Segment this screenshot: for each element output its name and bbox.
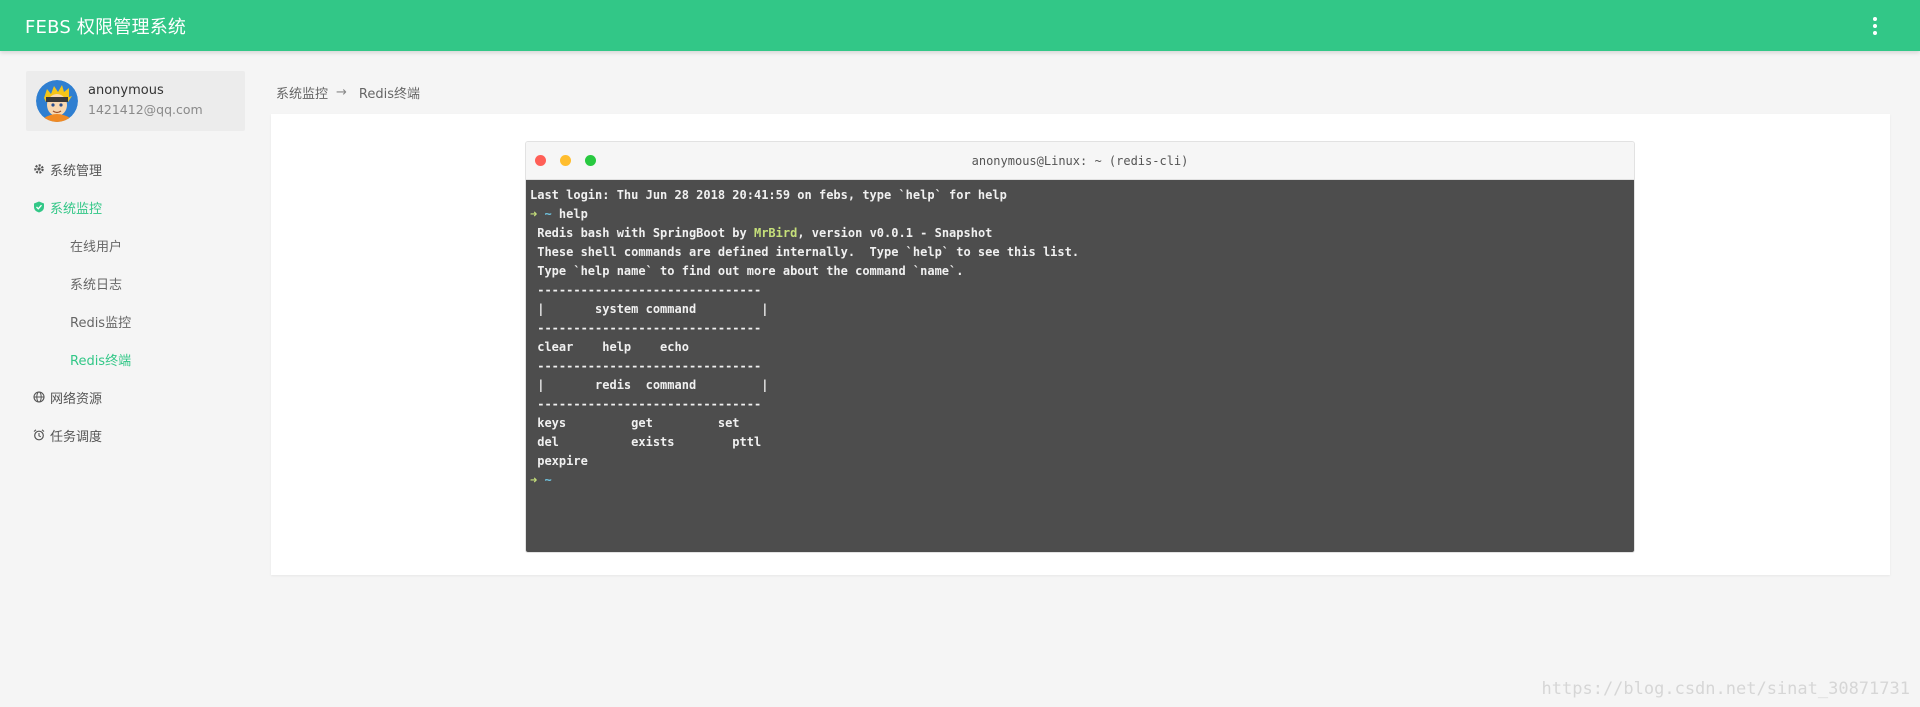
shield-icon xyxy=(33,201,45,213)
terminal-line-intro: Redis bash with SpringBoot by MrBird, ve… xyxy=(530,224,1630,243)
terminal-divider: ------------------------------- xyxy=(530,359,762,373)
sidebar-nav: 系统管理 系统监控 在线用户 系统日志 Redis监控 Redis终端 网络资源… xyxy=(26,150,245,454)
breadcrumb: 系统监控 → Redis终端 xyxy=(276,83,420,102)
intro-suffix: , version v0.0.1 - Snapshot xyxy=(797,226,993,240)
alarm-clock-icon xyxy=(33,429,45,441)
terminal-divider: ------------------------------- xyxy=(530,283,762,297)
top-bar: FEBS 权限管理系统 xyxy=(0,0,1920,51)
gear-icon xyxy=(33,163,45,175)
terminal-divider: ------------------------------- xyxy=(530,397,762,411)
prompt-arrow: ➜ xyxy=(530,473,538,487)
terminal-system-header: | system command | xyxy=(530,302,769,316)
terminal-title: anonymous@Linux: ~ (redis-cli) xyxy=(971,153,1189,168)
more-vertical-icon[interactable] xyxy=(1870,14,1880,38)
terminal-divider: ------------------------------- xyxy=(530,321,762,335)
terminal-output[interactable]: Last login: Thu Jun 28 2018 20:41:59 on … xyxy=(526,180,1634,552)
sidebar-item-redis-monitor[interactable]: Redis监控 xyxy=(26,302,245,340)
intro-author: MrBird xyxy=(753,226,798,240)
terminal-redis-commands-3: pexpire xyxy=(530,454,588,468)
sidebar-item-label: 网络资源 xyxy=(50,391,103,407)
terminal-line-command: ➜ ~ help xyxy=(530,205,1630,224)
sidebar-item-label: 系统管理 xyxy=(50,163,103,179)
user-name: anonymous xyxy=(88,83,164,98)
terminal-redis-commands-1: keys get set xyxy=(530,416,740,430)
close-dot-icon[interactable] xyxy=(535,155,546,166)
breadcrumb-current: Redis终端 xyxy=(358,87,421,102)
prompt-arrow: ➜ xyxy=(530,207,538,221)
sidebar-item-system-management[interactable]: 系统管理 xyxy=(26,150,245,188)
sidebar-item-label: 系统监控 xyxy=(50,201,103,217)
avatar xyxy=(36,80,78,122)
terminal-redis-header: | redis command | xyxy=(530,378,769,392)
user-card[interactable]: anonymous 1421412@qq.com xyxy=(26,71,245,131)
sidebar-item-task-schedule[interactable]: 任务调度 xyxy=(26,416,245,454)
terminal-line-defined: These shell commands are defined interna… xyxy=(530,245,1080,259)
breadcrumb-parent[interactable]: 系统监控 xyxy=(276,83,328,102)
intro-prefix: Redis bash with SpringBoot by xyxy=(530,226,754,240)
watermark: https://blog.csdn.net/sinat_30871731 xyxy=(1541,679,1910,699)
sidebar-item-network-resources[interactable]: 网络资源 xyxy=(26,378,245,416)
globe-icon xyxy=(33,391,45,403)
prompt-dir: ~ xyxy=(544,473,552,487)
user-email: 1421412@qq.com xyxy=(88,102,203,117)
breadcrumb-separator: → xyxy=(336,85,347,100)
terminal-line-help: Type `help name` to find out more about … xyxy=(530,264,964,278)
terminal-redis-commands-2: del exists pttl xyxy=(530,435,762,449)
redis-terminal[interactable]: anonymous@Linux: ~ (redis-cli) Last logi… xyxy=(525,141,1635,553)
terminal-prompt[interactable]: ➜ ~ xyxy=(530,471,1630,490)
sidebar-item-system-log[interactable]: 系统日志 xyxy=(26,264,245,302)
terminal-line-last-login: Last login: Thu Jun 28 2018 20:41:59 on … xyxy=(530,188,1007,202)
maximize-dot-icon[interactable] xyxy=(585,155,596,166)
sidebar-item-label: 任务调度 xyxy=(50,429,103,445)
app-title: FEBS 权限管理系统 xyxy=(25,16,187,38)
command-text: help xyxy=(551,207,588,221)
sidebar-item-system-monitor[interactable]: 系统监控 xyxy=(26,188,245,226)
terminal-title-bar: anonymous@Linux: ~ (redis-cli) xyxy=(526,142,1634,180)
sidebar-item-online-users[interactable]: 在线用户 xyxy=(26,226,245,264)
minimize-dot-icon[interactable] xyxy=(560,155,571,166)
prompt-dir: ~ xyxy=(544,207,552,221)
terminal-system-commands: clear help echo xyxy=(530,340,689,354)
sidebar-item-redis-terminal[interactable]: Redis终端 xyxy=(26,340,245,378)
